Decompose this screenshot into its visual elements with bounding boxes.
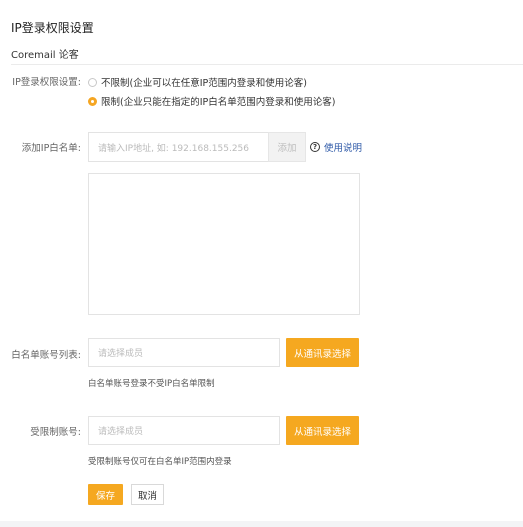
help-circle-icon: ? [310,142,320,152]
radio-option-unrestricted[interactable]: 不限制(企业可以在任意IP范围内登录和使用论客) [88,75,307,89]
add-ip-button[interactable]: 添加 [268,132,306,162]
ip-whitelist-textarea[interactable] [88,173,360,315]
settings-panel: IP登录权限设置 Coremail 论客 IP登录权限设置: 不限制(企业可以在… [0,0,523,521]
restricted-select-from-contacts-button[interactable]: 从通讯录选择 [286,416,359,445]
cancel-button[interactable]: 取消 [131,484,164,505]
divider [11,64,523,65]
usage-help-label: 使用说明 [324,143,363,154]
restricted-accounts-hint: 受限制账号仅可在白名单IP范围内登录 [88,457,232,467]
restricted-accounts-label: 受限制账号: [30,427,81,438]
radio-unrestricted[interactable] [88,77,97,87]
radio-option-label: 限制(企业只能在指定的IP白名单范围内登录和使用论客) [101,97,336,108]
radio-option-restricted[interactable]: 限制(企业只能在指定的IP白名单范围内登录和使用论客) [88,94,335,108]
whitelist-select-from-contacts-button[interactable]: 从通讯录选择 [286,338,359,367]
ip-whitelist-label: 添加IP白名单: [21,143,81,154]
restricted-accounts-placeholder: 请选择成员 [98,427,144,437]
radio-restricted[interactable] [88,96,97,106]
whitelist-accounts-input[interactable]: 请选择成员 [88,338,280,367]
ip-address-placeholder: 请输入IP地址, 如: 192.168.155.256 [98,143,249,154]
ip-address-input[interactable]: 请输入IP地址, 如: 192.168.155.256 [88,132,269,162]
whitelist-accounts-placeholder: 请选择成员 [98,349,144,359]
usage-help-link[interactable]: ? 使用说明 [310,140,362,154]
whitelist-accounts-hint: 白名单账号登录不受IP白名单限制 [88,379,215,389]
radio-option-label: 不限制(企业可以在任意IP范围内登录和使用论客) [101,78,307,89]
save-button[interactable]: 保存 [88,484,123,505]
section-title: Coremail 论客 [11,50,79,61]
whitelist-accounts-label: 白名单账号列表: [11,350,81,361]
page-title: IP登录权限设置 [11,21,94,35]
restricted-accounts-input[interactable]: 请选择成员 [88,416,280,445]
restriction-label: IP登录权限设置: [12,77,81,88]
